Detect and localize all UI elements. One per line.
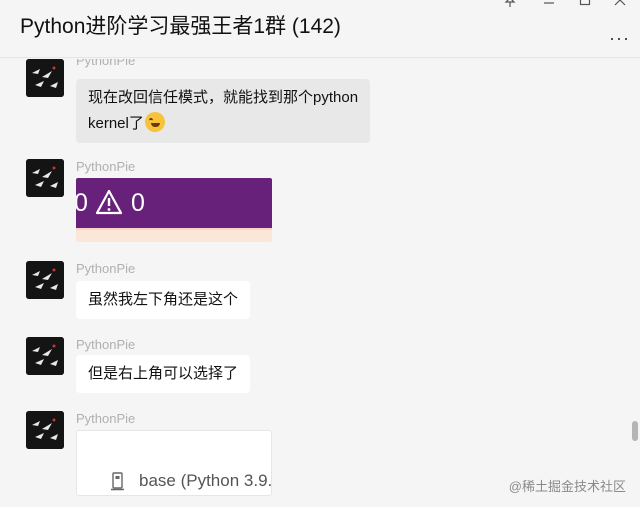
minimize-icon[interactable]	[539, 0, 559, 8]
error-count: 0	[76, 189, 88, 217]
avatar[interactable]	[26, 261, 64, 299]
chat-title: Python进阶学习最强王者1群 (142)	[20, 15, 341, 38]
message-bubble[interactable]: 现在改回信任模式，就能找到那个python kernel了	[76, 79, 371, 143]
message-text-line: kernel了	[88, 115, 144, 132]
statusbar-screenshot: 0 0	[76, 178, 272, 228]
avatar[interactable]	[26, 59, 64, 97]
kernel-icon	[111, 472, 124, 491]
watermark: @稀土掘金技术社区	[508, 479, 626, 494]
avatar[interactable]	[26, 337, 64, 375]
scrollbar-thumb[interactable]	[632, 421, 638, 441]
message-bubble[interactable]: 虽然我左下角还是这个	[76, 281, 251, 319]
sender-name: PythonPie	[76, 261, 136, 276]
avatar[interactable]	[26, 159, 64, 197]
message-text: 但是右上角可以选择了	[88, 365, 239, 382]
maximize-icon[interactable]	[575, 0, 595, 8]
sender-name: PythonPie	[76, 159, 136, 174]
more-options-icon[interactable]: ···	[609, 28, 630, 49]
warning-icon	[95, 189, 123, 215]
laughing-emoji-icon	[144, 112, 165, 132]
message-list[interactable]: PythonPie 现在改回信任模式，就能找到那个python kernel了 …	[0, 59, 640, 507]
pin-icon[interactable]	[500, 0, 520, 8]
avatar[interactable]	[26, 411, 64, 449]
message-bubble[interactable]: 但是右上角可以选择了	[76, 355, 251, 393]
title-bar: Python进阶学习最强王者1群 (142) ···	[0, 0, 640, 58]
image-message[interactable]: base (Python 3.9.	[76, 430, 272, 496]
warning-count: 0	[131, 189, 145, 217]
sender-name: PythonPie	[76, 59, 136, 68]
sender-name: PythonPie	[76, 411, 136, 426]
message-text: 虽然我左下角还是这个	[88, 291, 239, 308]
sender-name: PythonPie	[76, 337, 136, 352]
message-text-line: 现在改回信任模式，就能找到那个python	[88, 89, 359, 106]
image-message[interactable]: 0 0	[76, 178, 272, 242]
close-icon[interactable]	[610, 0, 630, 8]
kernel-label: base (Python 3.9.	[139, 471, 272, 490]
